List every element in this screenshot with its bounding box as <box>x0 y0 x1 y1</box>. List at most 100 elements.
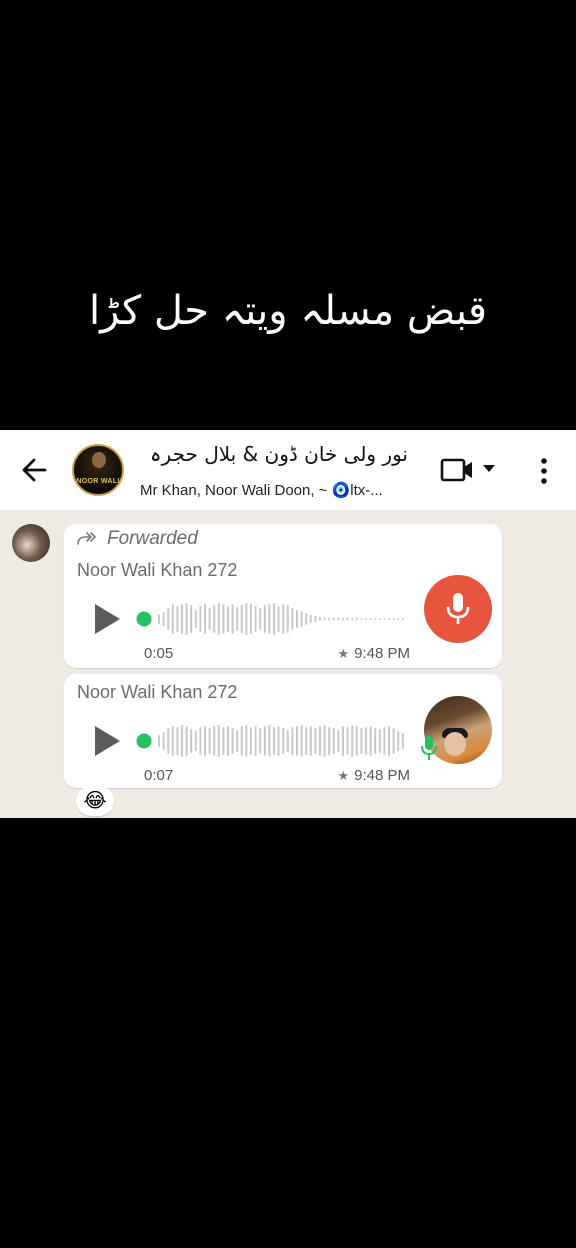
waveform-bar <box>199 727 202 755</box>
waveform-bar <box>397 731 400 751</box>
waveform-bar <box>250 727 252 755</box>
waveform-bar <box>217 725 220 757</box>
waveform-bar <box>158 735 160 747</box>
waveform-bar <box>383 727 386 755</box>
waveform-bar <box>167 728 170 754</box>
waveform-bar <box>282 604 285 634</box>
waveform-bar <box>176 606 179 632</box>
voice-duration: 0:05 <box>144 645 174 662</box>
forwarded-label: Forwarded <box>107 528 198 549</box>
waveform-bar <box>319 726 321 756</box>
waveform-bar <box>388 726 390 756</box>
waveform-bar <box>222 604 225 634</box>
waveform-bar <box>300 611 303 627</box>
group-avatar[interactable]: NOOR WALI <box>72 444 124 496</box>
waveform-bar <box>236 607 239 631</box>
waveform-bar <box>342 726 344 756</box>
waveform-bar <box>259 608 262 630</box>
waveform-bar <box>392 728 395 754</box>
waveform-bar <box>263 605 266 633</box>
message-time: 9:48 PM <box>354 645 410 662</box>
message-time: 9:48 PM <box>354 767 410 784</box>
waveform-bar <box>194 610 197 628</box>
waveform-bar <box>199 606 202 632</box>
waveform-bar <box>176 727 179 755</box>
audio-waveform[interactable] <box>136 723 408 759</box>
group-members[interactable]: Mr Khan, Noor Wali Doon, ~ 🧿ltx-... <box>140 481 416 499</box>
waveform-bar <box>346 617 349 621</box>
waveform-bar <box>185 726 188 756</box>
waveform-bar <box>181 604 183 634</box>
waveform-bar <box>355 617 358 621</box>
waveform-bar <box>296 726 298 756</box>
message-meta: ★ 9:48 PM <box>337 645 410 662</box>
avatar-figure <box>92 452 106 468</box>
waveform-bar <box>328 617 331 621</box>
waveform-bar <box>259 728 262 754</box>
waveform-bar <box>319 617 321 621</box>
star-icon: ★ <box>337 768 350 783</box>
waveform-bar <box>162 612 165 626</box>
mic-button[interactable] <box>424 575 492 643</box>
waveform-bar <box>296 610 298 628</box>
waveform-bar <box>378 729 381 753</box>
waveform-bar <box>309 615 312 623</box>
playhead-dot[interactable] <box>136 733 152 749</box>
sender-name[interactable]: Noor Wali Khan 272 <box>77 682 237 703</box>
waveform-bar <box>282 728 285 754</box>
waveform-bar <box>388 618 390 620</box>
star-icon: ★ <box>337 646 350 661</box>
waveform-bar <box>369 726 372 756</box>
waveform-bar <box>236 730 239 752</box>
waveform-bar <box>162 732 165 750</box>
waveform-bar <box>360 618 363 620</box>
waveform-bar <box>227 726 229 756</box>
green-mic-icon <box>421 736 437 760</box>
waveform-bar <box>268 725 271 757</box>
playhead-dot[interactable] <box>136 611 152 627</box>
waveform-bar <box>332 617 335 621</box>
chevron-down-icon[interactable] <box>482 464 496 474</box>
sender-avatar[interactable] <box>12 524 50 562</box>
waveform-bar <box>286 605 289 633</box>
waveform-bar <box>305 613 308 625</box>
waveform-bar <box>171 604 174 634</box>
waveform-bar <box>397 618 400 620</box>
waveform-bar <box>208 728 211 754</box>
video-call-icon[interactable] <box>440 456 474 484</box>
more-vert-icon[interactable] <box>536 456 552 486</box>
audio-waveform[interactable] <box>136 601 408 637</box>
waveform-bar <box>342 617 344 621</box>
sender-name[interactable]: Noor Wali Khan 272 <box>77 560 237 581</box>
waveform-bar <box>392 618 395 620</box>
waveform-bar <box>328 727 331 755</box>
mic-icon <box>446 593 470 624</box>
waveform-bar <box>401 618 404 620</box>
group-title[interactable]: نور ولی خان ڈون & بلال حجرہ <box>150 442 408 466</box>
emoji-reaction[interactable]: 😂 <box>76 786 114 816</box>
waveform-bar <box>222 727 225 755</box>
waveform-bar <box>240 605 243 633</box>
avatar-face <box>444 732 466 756</box>
waveform-bar <box>231 604 234 634</box>
waveform-bar <box>185 603 188 635</box>
waveform-bar <box>213 605 216 633</box>
waveform-bar <box>365 727 367 755</box>
waveform-bar <box>268 604 271 634</box>
waveform-bar <box>314 728 317 754</box>
waveform-bar <box>309 726 312 756</box>
waveform-bar <box>273 727 275 755</box>
waveform-bar <box>401 733 404 749</box>
waveform-bar <box>240 726 243 756</box>
waveform-bar <box>365 618 367 620</box>
play-icon[interactable] <box>92 724 122 758</box>
waveform-bar <box>277 726 280 756</box>
back-arrow-icon[interactable] <box>20 456 48 484</box>
message-meta: ★ 9:48 PM <box>337 767 410 784</box>
avatar-text: NOOR WALI <box>76 478 120 485</box>
play-icon[interactable] <box>92 602 122 636</box>
waveform-bar <box>291 608 294 630</box>
waveform-bar <box>369 618 372 620</box>
waveform-bar <box>194 731 197 751</box>
waveform-bar <box>332 728 335 754</box>
